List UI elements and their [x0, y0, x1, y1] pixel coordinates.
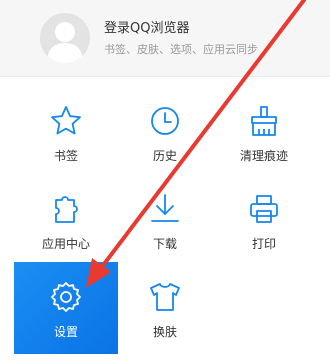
menu-item-label: 应用中心 [41, 237, 90, 251]
menu-item-app-center[interactable]: 应用中心 [14, 174, 118, 266]
star-icon [49, 104, 83, 138]
menu-item-label: 清理痕迹 [239, 149, 288, 163]
menu-item-label: 书签 [53, 149, 78, 163]
menu-item-clear-traces[interactable]: 清理痕迹 [212, 86, 316, 178]
login-subtitle: 书签、皮肤、选项、应用云同步 [104, 43, 258, 56]
menu-item-bookmarks[interactable]: 书签 [14, 86, 118, 178]
puzzle-icon [49, 192, 83, 226]
header-divider [0, 76, 330, 77]
menu-item-skin[interactable]: 换肤 [113, 262, 217, 354]
menu-item-label: 打印 [251, 237, 276, 251]
login-title[interactable]: 登录QQ浏览器 [104, 17, 189, 36]
menu-item-settings[interactable]: 设置 [14, 262, 118, 354]
printer-icon [247, 192, 281, 226]
menu-item-print[interactable]: 打印 [212, 174, 316, 266]
menu-item-history[interactable]: 历史 [113, 86, 217, 178]
menu-item-label: 换肤 [152, 325, 177, 339]
download-icon [148, 192, 182, 226]
menu-item-label: 历史 [152, 149, 177, 163]
shirt-icon [148, 280, 182, 314]
user-avatar-icon[interactable] [40, 13, 90, 63]
menu-item-download[interactable]: 下载 [113, 174, 217, 266]
gear-icon [49, 280, 83, 314]
account-header[interactable]: 登录QQ浏览器 书签、皮肤、选项、应用云同步 [0, 0, 330, 76]
menu-item-label: 下载 [152, 237, 177, 251]
broom-icon [247, 104, 281, 138]
menu-item-label: 设置 [53, 325, 78, 339]
clock-icon [148, 104, 182, 138]
